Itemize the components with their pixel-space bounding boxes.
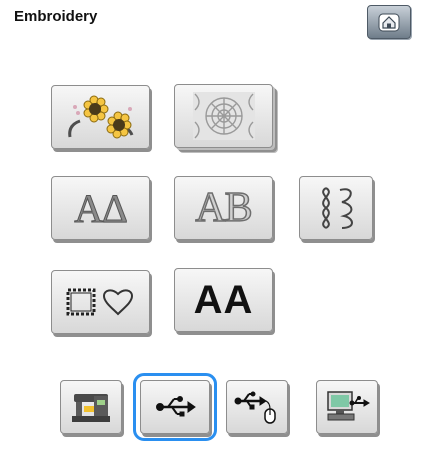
embroidery-font-button[interactable]: AB bbox=[174, 176, 273, 240]
decorative-pattern-button[interactable] bbox=[174, 84, 273, 148]
home-icon bbox=[378, 13, 400, 32]
computer-usb-button[interactable] bbox=[316, 380, 378, 434]
alphabet-font-icon: AΔ bbox=[74, 185, 129, 231]
computer-usb-icon bbox=[327, 391, 370, 421]
usb-icon bbox=[156, 396, 196, 417]
alphabet-font-button[interactable]: AΔ bbox=[51, 176, 150, 240]
decorative-pattern-icon bbox=[192, 92, 255, 140]
character-font-icon: AA bbox=[193, 277, 254, 322]
usb-button[interactable] bbox=[133, 373, 217, 441]
floral-pattern-button[interactable] bbox=[51, 85, 150, 149]
machine-memory-button[interactable] bbox=[60, 380, 122, 434]
monogram-font-button[interactable] bbox=[299, 176, 373, 240]
frame-pattern-icon bbox=[66, 288, 133, 316]
home-button[interactable] bbox=[367, 5, 411, 39]
usb-mouse-icon bbox=[234, 391, 276, 424]
floral-pattern-icon bbox=[67, 95, 133, 139]
usb-mouse-button[interactable] bbox=[226, 380, 288, 434]
frame-pattern-button[interactable] bbox=[51, 270, 150, 334]
monogram-font-icon bbox=[322, 187, 353, 229]
character-font-button[interactable]: AA bbox=[174, 268, 273, 332]
machine-memory-icon bbox=[72, 394, 110, 422]
embroidery-font-icon: AB bbox=[195, 184, 254, 232]
page-title: Embroidery bbox=[14, 8, 98, 25]
